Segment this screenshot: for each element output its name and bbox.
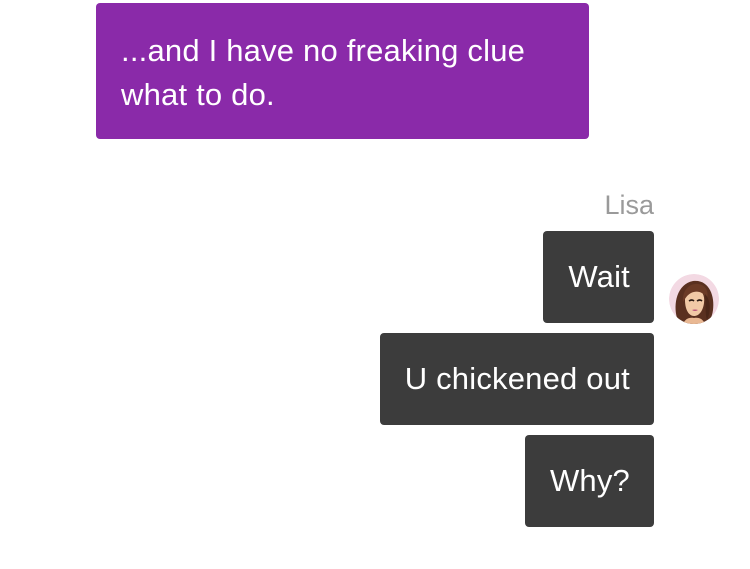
avatar[interactable] <box>669 274 719 324</box>
sent-message-bubble[interactable]: ...and I have no freaking clue what to d… <box>96 3 589 139</box>
received-message-bubble[interactable]: U chickened out <box>379 333 654 425</box>
received-message-bubble[interactable]: Wait <box>543 231 654 323</box>
woman-avatar-icon <box>669 274 719 324</box>
received-message-bubble[interactable]: Why? <box>524 435 654 527</box>
sender-name: Lisa <box>604 190 654 220</box>
